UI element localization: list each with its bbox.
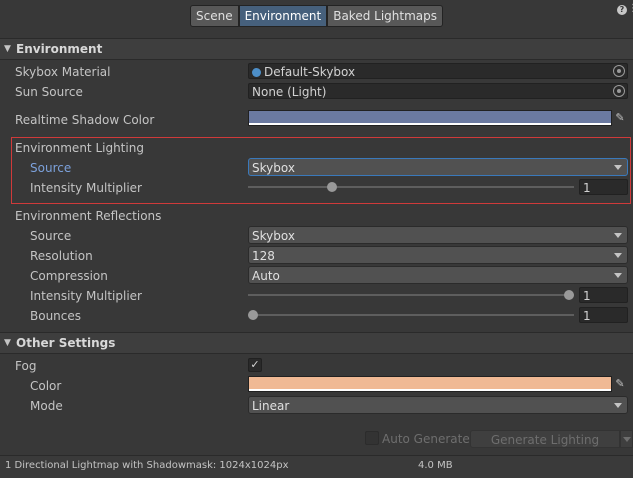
lighting-source-label: Source bbox=[30, 161, 72, 175]
bounces-slider-thumb[interactable] bbox=[248, 310, 258, 320]
environment-lighting-label: Environment Lighting bbox=[15, 141, 144, 155]
generate-lighting-button[interactable]: Generate Lighting bbox=[470, 430, 620, 448]
chevron-down-icon bbox=[614, 253, 622, 258]
chevron-down-icon bbox=[614, 273, 622, 278]
fog-checkbox[interactable]: ✓ bbox=[248, 358, 262, 372]
help-icon[interactable]: ? bbox=[617, 5, 627, 15]
reflection-source-label: Source bbox=[30, 229, 72, 243]
tab-environment[interactable]: Environment bbox=[238, 5, 328, 27]
environment-section-header[interactable]: ▼ Environment bbox=[0, 38, 633, 60]
alpha-bar bbox=[249, 123, 611, 125]
skybox-material-label: Skybox Material bbox=[15, 65, 111, 79]
kebab-menu-icon[interactable]: ⋮ bbox=[628, 3, 633, 14]
object-picker-icon[interactable] bbox=[613, 85, 625, 97]
lighting-intensity-slider-track[interactable] bbox=[248, 186, 574, 188]
lighting-tab-bar: Scene Environment Baked Lightmaps bbox=[190, 5, 443, 27]
reflection-source-dropdown[interactable]: Skybox bbox=[248, 226, 628, 244]
tab-scene[interactable]: Scene bbox=[190, 5, 239, 27]
skybox-material-value: Default-Skybox bbox=[264, 65, 356, 79]
chevron-down-icon bbox=[614, 233, 622, 238]
chevron-down-icon bbox=[614, 165, 622, 170]
lighting-intensity-label: Intensity Multiplier bbox=[30, 181, 142, 195]
sun-source-value: None (Light) bbox=[252, 85, 327, 99]
fog-color-label: Color bbox=[30, 379, 62, 393]
bounces-label: Bounces bbox=[30, 309, 82, 323]
compression-label: Compression bbox=[30, 269, 108, 283]
alpha-bar bbox=[249, 389, 611, 391]
dropdown-value: Skybox bbox=[252, 161, 295, 175]
lightmap-size-text: 4.0 MB bbox=[418, 460, 453, 471]
reflection-intensity-slider-track[interactable] bbox=[248, 294, 574, 296]
foldout-expanded-icon: ▼ bbox=[4, 44, 11, 54]
skybox-material-field[interactable]: Default-Skybox bbox=[248, 63, 628, 79]
tab-baked-lightmaps[interactable]: Baked Lightmaps bbox=[327, 5, 443, 27]
resolution-label: Resolution bbox=[30, 249, 93, 263]
status-bar: 1 Directional Lightmap with Shadowmask: … bbox=[0, 455, 633, 478]
lighting-source-dropdown[interactable]: Skybox bbox=[248, 158, 628, 176]
fog-mode-dropdown[interactable]: Linear bbox=[248, 396, 628, 414]
section-title: Other Settings bbox=[16, 336, 116, 350]
environment-reflections-label: Environment Reflections bbox=[15, 209, 162, 223]
dropdown-value: Linear bbox=[252, 399, 290, 413]
other-settings-section-header[interactable]: ▼ Other Settings bbox=[0, 332, 633, 354]
dropdown-value: Skybox bbox=[252, 229, 295, 243]
dropdown-value: Auto bbox=[252, 269, 280, 283]
foldout-expanded-icon: ▼ bbox=[4, 338, 11, 348]
lighting-intensity-field[interactable]: 1 bbox=[579, 179, 628, 195]
eyedropper-icon[interactable]: ✎ bbox=[613, 110, 627, 126]
section-title: Environment bbox=[16, 42, 103, 56]
object-picker-icon[interactable] bbox=[613, 65, 625, 77]
realtime-shadow-color-field[interactable] bbox=[248, 110, 612, 126]
dropdown-value: 128 bbox=[252, 249, 275, 263]
lighting-intensity-slider-thumb[interactable] bbox=[327, 182, 337, 192]
reflection-intensity-field[interactable]: 1 bbox=[579, 287, 628, 303]
reflection-intensity-label: Intensity Multiplier bbox=[30, 289, 142, 303]
compression-dropdown[interactable]: Auto bbox=[248, 266, 628, 284]
lightmap-status-text: 1 Directional Lightmap with Shadowmask: … bbox=[5, 460, 289, 471]
auto-generate-label: Auto Generate bbox=[382, 432, 470, 446]
bounces-field[interactable]: 1 bbox=[579, 307, 628, 323]
sun-source-label: Sun Source bbox=[15, 85, 83, 99]
chevron-down-icon bbox=[614, 403, 622, 408]
skybox-material-icon bbox=[252, 68, 261, 77]
sun-source-field[interactable]: None (Light) bbox=[248, 83, 628, 99]
realtime-shadow-color-label: Realtime Shadow Color bbox=[15, 113, 155, 127]
eyedropper-icon[interactable]: ✎ bbox=[613, 376, 627, 392]
fog-mode-label: Mode bbox=[30, 399, 63, 413]
auto-generate-checkbox[interactable] bbox=[365, 431, 379, 445]
generate-lighting-dropdown-button[interactable] bbox=[620, 430, 633, 448]
fog-label: Fog bbox=[15, 359, 37, 373]
reflection-intensity-slider-thumb[interactable] bbox=[564, 290, 574, 300]
resolution-dropdown[interactable]: 128 bbox=[248, 246, 628, 264]
fog-color-field[interactable] bbox=[248, 376, 612, 392]
bounces-slider-track[interactable] bbox=[248, 314, 574, 316]
